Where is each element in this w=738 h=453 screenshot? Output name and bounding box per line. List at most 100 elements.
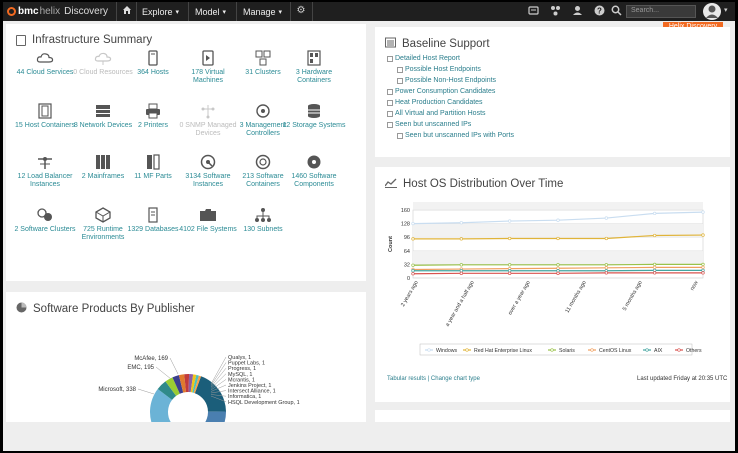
x-tick-label: 11 months ago — [565, 280, 588, 314]
network-icon[interactable] — [549, 5, 561, 17]
infra-tile-label: 1329 Databases — [127, 226, 179, 233]
console-icon[interactable] — [527, 5, 539, 17]
data-point[interactable] — [653, 262, 657, 267]
data-point[interactable] — [556, 218, 560, 222]
data-point[interactable] — [459, 271, 463, 275]
baseline-item[interactable]: Possible Host Endpoints — [397, 66, 481, 73]
data-point[interactable] — [604, 263, 608, 267]
data-point[interactable] — [459, 221, 463, 225]
search-input[interactable]: Search... — [626, 5, 696, 18]
baseline-item[interactable]: Possible Non-Host Endpoints — [397, 77, 496, 84]
home-icon[interactable] — [121, 5, 133, 17]
data-point[interactable] — [604, 266, 608, 270]
infra-tile[interactable]: 44 Cloud Services — [13, 50, 77, 77]
data-point[interactable] — [411, 221, 415, 226]
legend-label[interactable]: Windows — [436, 348, 457, 354]
y-tick-label: 64 — [404, 249, 410, 255]
legend-label[interactable]: CentOS Linux — [599, 348, 632, 354]
data-point[interactable] — [556, 263, 560, 267]
infra-tile-label: 31 Clusters — [245, 69, 281, 76]
infra-tile[interactable]: 130 Subnets — [231, 207, 295, 234]
infra-tile[interactable]: 1460 Software Components — [282, 154, 346, 189]
data-point[interactable] — [459, 237, 463, 241]
load-balancer-icon — [13, 154, 77, 170]
baseline-item[interactable]: All Virtual and Partition Hosts — [387, 110, 486, 117]
data-point[interactable] — [508, 271, 512, 275]
baseline-item[interactable]: Power Consumption Candidates — [387, 88, 495, 95]
infra-tile[interactable]: 12 Storage Systems — [282, 103, 346, 130]
host-container-icon — [13, 103, 77, 119]
legend-marker — [465, 348, 469, 352]
data-point[interactable] — [701, 233, 705, 237]
data-point[interactable] — [701, 271, 705, 275]
data-point[interactable] — [508, 236, 512, 241]
donut-label: McAfee, 169 — [134, 356, 168, 362]
data-point[interactable] — [701, 265, 705, 270]
chart-footer-links[interactable]: Tabular results | Change chart type — [387, 376, 480, 382]
baseline-item[interactable]: Heat Production Candidates — [387, 99, 483, 106]
legend-label[interactable]: Others — [686, 348, 702, 354]
nav-explore[interactable]: Explore ▾ — [142, 2, 179, 21]
chevron-down-icon: ▾ — [222, 8, 227, 16]
y-tick-label: 32 — [404, 262, 410, 268]
infra-tile-label: 15 Host Containers — [15, 122, 75, 129]
legend-marker — [550, 348, 554, 352]
data-point[interactable] — [653, 211, 657, 216]
data-point[interactable] — [604, 216, 608, 220]
host-os-chart: 0 32 64 96 128 160 Count 2 years ago a year and … — [388, 202, 705, 356]
nav-manage[interactable]: Manage ▾ — [243, 2, 282, 21]
data-point[interactable] — [604, 271, 608, 275]
donut-slice[interactable] — [192, 411, 226, 422]
infra-tile[interactable]: 3 Hardware Containers — [282, 50, 346, 85]
donut-label: EMC, 195 — [127, 365, 154, 371]
baseline-item-label: Power Consumption Candidates — [395, 88, 496, 95]
gear-icon[interactable]: ⚙ — [295, 5, 307, 17]
data-point[interactable] — [508, 219, 512, 223]
infrastructure-summary-panel: Infrastructure Summary 44 Cloud Services… — [6, 24, 366, 281]
infra-tile-label: 3 Hardware Containers — [295, 69, 333, 84]
baseline-icon — [385, 37, 396, 51]
data-point[interactable] — [701, 262, 705, 267]
data-point[interactable] — [653, 265, 657, 270]
legend-label[interactable]: Red Hat Enterprise Linux — [474, 348, 532, 354]
chevron-down-icon[interactable]: ▾ — [724, 6, 728, 14]
data-point[interactable] — [508, 263, 512, 267]
data-point[interactable] — [411, 269, 415, 273]
data-point[interactable] — [653, 233, 657, 238]
users-icon[interactable] — [571, 5, 583, 17]
baseline-item-label: Detailed Host Report — [395, 55, 460, 62]
x-tick-label: 5 months ago — [622, 280, 644, 312]
y-tick-label: 0 — [407, 276, 410, 282]
baseline-item-label: Seen but unscanned IPs — [395, 121, 472, 128]
infra-tile[interactable]: 12 Load Balancer Instances — [13, 154, 77, 189]
infra-tile[interactable]: 15 Host Containers — [13, 103, 77, 130]
user-avatar[interactable] — [703, 3, 721, 20]
brand-logo[interactable]: bmc helix Discovery — [7, 4, 108, 19]
data-point[interactable] — [556, 271, 560, 275]
baseline-support-panel: Baseline Support Detailed Host Report Pos… — [375, 27, 730, 157]
x-tick-label: now — [689, 280, 699, 292]
software-products-donut: McAfee, 169EMC, 195Microsoft, 338Qualys,… — [98, 355, 300, 422]
baseline-support-title: Baseline Support — [385, 37, 490, 51]
baseline-item[interactable]: Seen but unscanned IPs — [387, 121, 471, 128]
data-point[interactable] — [411, 237, 415, 241]
donut-leader-line — [169, 357, 179, 375]
infra-tile[interactable]: 2 Software Clusters — [13, 207, 77, 234]
data-point[interactable] — [411, 272, 415, 276]
search-icon[interactable] — [610, 5, 622, 17]
data-point[interactable] — [459, 263, 463, 267]
data-point[interactable] — [701, 210, 705, 214]
help-icon[interactable]: ? — [593, 5, 605, 17]
nav-model[interactable]: Model ▾ — [195, 2, 226, 21]
legend-label[interactable]: AIX — [654, 348, 663, 354]
baseline-item-label: All Virtual and Partition Hosts — [395, 110, 486, 117]
baseline-item[interactable]: Detailed Host Report — [387, 55, 460, 62]
infra-tile-label: 12 Load Balancer Instances — [17, 173, 73, 188]
baseline-item[interactable]: Seen but unscanned IPs with Ports — [397, 132, 514, 139]
data-point[interactable] — [653, 271, 657, 275]
data-point[interactable] — [604, 236, 608, 241]
data-point[interactable] — [411, 263, 415, 267]
legend-label[interactable]: Solaris — [559, 348, 575, 354]
data-point[interactable] — [556, 236, 560, 241]
donut-slice[interactable] — [194, 376, 226, 412]
